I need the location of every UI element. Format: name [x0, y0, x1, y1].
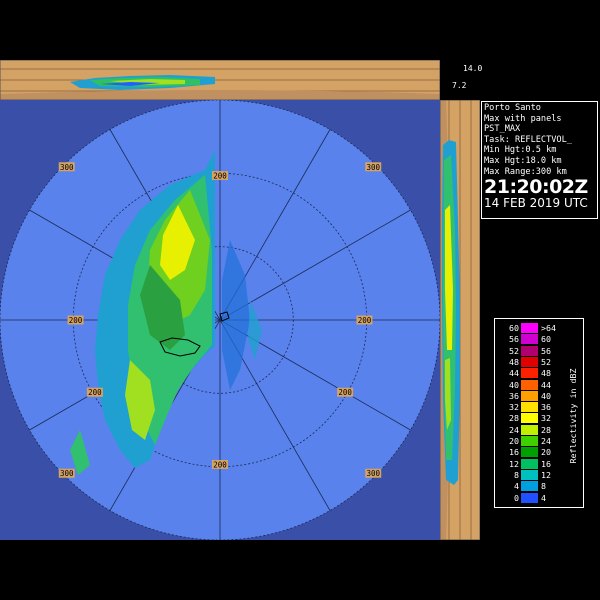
side-height-panel: [440, 100, 480, 540]
legend-color-swatch: [521, 402, 538, 413]
legend-max-value: 36: [541, 402, 551, 413]
legend-color-swatch: [521, 379, 538, 390]
scan-time: 21:20:02Z: [484, 176, 588, 199]
min-height: Min Hgt:0.5 km: [484, 145, 557, 156]
product-description: Max with panels: [484, 113, 562, 124]
legend-max-value: 40: [541, 390, 551, 401]
legend-min-value: 32: [509, 402, 519, 413]
legend-color-swatch: [521, 368, 538, 379]
legend-max-value: 48: [541, 368, 551, 379]
range-label: 300: [60, 163, 74, 172]
legend-min-value: 28: [509, 413, 519, 424]
max-height: Max Hgt:18.0 km: [484, 155, 562, 166]
legend-color-swatch: [521, 447, 538, 458]
legend-max-value: 28: [541, 424, 551, 435]
range-label: 200: [88, 388, 102, 397]
task-name: Task: REFLECTVOL_: [484, 134, 572, 145]
legend-min-value: 8: [514, 469, 519, 480]
range-label: 200: [69, 316, 83, 325]
legend-min-value: 60: [509, 323, 519, 333]
legend-min-value: 0: [514, 492, 519, 503]
legend-max-value: 4: [541, 492, 546, 503]
legend-min-value: 16: [509, 447, 519, 458]
legend-color-swatch: [521, 356, 538, 367]
range-label: 200: [338, 388, 352, 397]
legend-min-value: 52: [509, 345, 519, 356]
product-info-box: Porto Santo Max with panels PST_MAX Task…: [481, 101, 598, 219]
range-label: 200: [358, 316, 372, 325]
legend-max-value: 52: [541, 356, 551, 367]
legend-title: Reflectivity in dBZ: [568, 368, 578, 464]
scan-date: 14 FEB 2019 UTC: [484, 196, 588, 211]
legend-color-swatch: [521, 390, 538, 401]
legend-min-value: 20: [509, 436, 519, 446]
legend-color-swatch: [521, 469, 538, 480]
legend-max-value: >64: [541, 323, 556, 333]
legend-max-value: 24: [541, 436, 551, 446]
legend-max-value: 8: [541, 481, 546, 492]
legend-min-value: 12: [509, 458, 519, 469]
legend-color-swatch: [521, 481, 538, 492]
range-label: 300: [60, 469, 74, 478]
legend-color-swatch: [521, 413, 538, 424]
legend-color-swatch: [521, 334, 538, 345]
legend-min-value: 56: [509, 334, 519, 345]
legend-color-swatch: [521, 323, 538, 333]
top-panel-scale-low: 7.2: [452, 81, 467, 90]
legend-min-value: 40: [509, 379, 519, 390]
radar-ppi-map: 300 300 300 300 200 200 200 200 200 200: [0, 100, 440, 540]
legend-max-value: 44: [541, 379, 551, 390]
top-panel-scale-high: 14.0: [463, 64, 483, 73]
top-height-panel: [0, 60, 440, 100]
legend-max-value: 20: [541, 447, 551, 458]
legend-color-swatch: [521, 345, 538, 356]
legend-min-value: 36: [509, 390, 519, 401]
legend-color-swatch: [521, 458, 538, 469]
legend-min-value: 24: [509, 424, 519, 435]
station-name: Porto Santo: [484, 103, 541, 113]
legend-color-swatch: [521, 492, 538, 503]
legend-max-value: 60: [541, 334, 551, 345]
legend-max-value: 56: [541, 345, 551, 356]
legend-max-value: 32: [541, 413, 551, 424]
product-code: PST_MAX: [484, 124, 521, 135]
range-label: 300: [366, 163, 380, 172]
legend-color-swatch: [521, 436, 538, 446]
legend-min-value: 48: [509, 356, 519, 367]
range-label: 200: [213, 460, 227, 469]
legend-min-value: 44: [509, 368, 519, 379]
reflectivity-legend: 60 >64 56 60 52 56 48 52 44 48 40 44 36 40 32 36 28 32 24 2…: [494, 318, 584, 508]
legend-max-value: 16: [541, 458, 551, 469]
range-label: 200: [213, 172, 227, 181]
range-label: 300: [366, 469, 380, 478]
legend-min-value: 4: [514, 481, 519, 492]
legend-max-value: 12: [541, 469, 551, 480]
legend-color-swatch: [521, 424, 538, 435]
